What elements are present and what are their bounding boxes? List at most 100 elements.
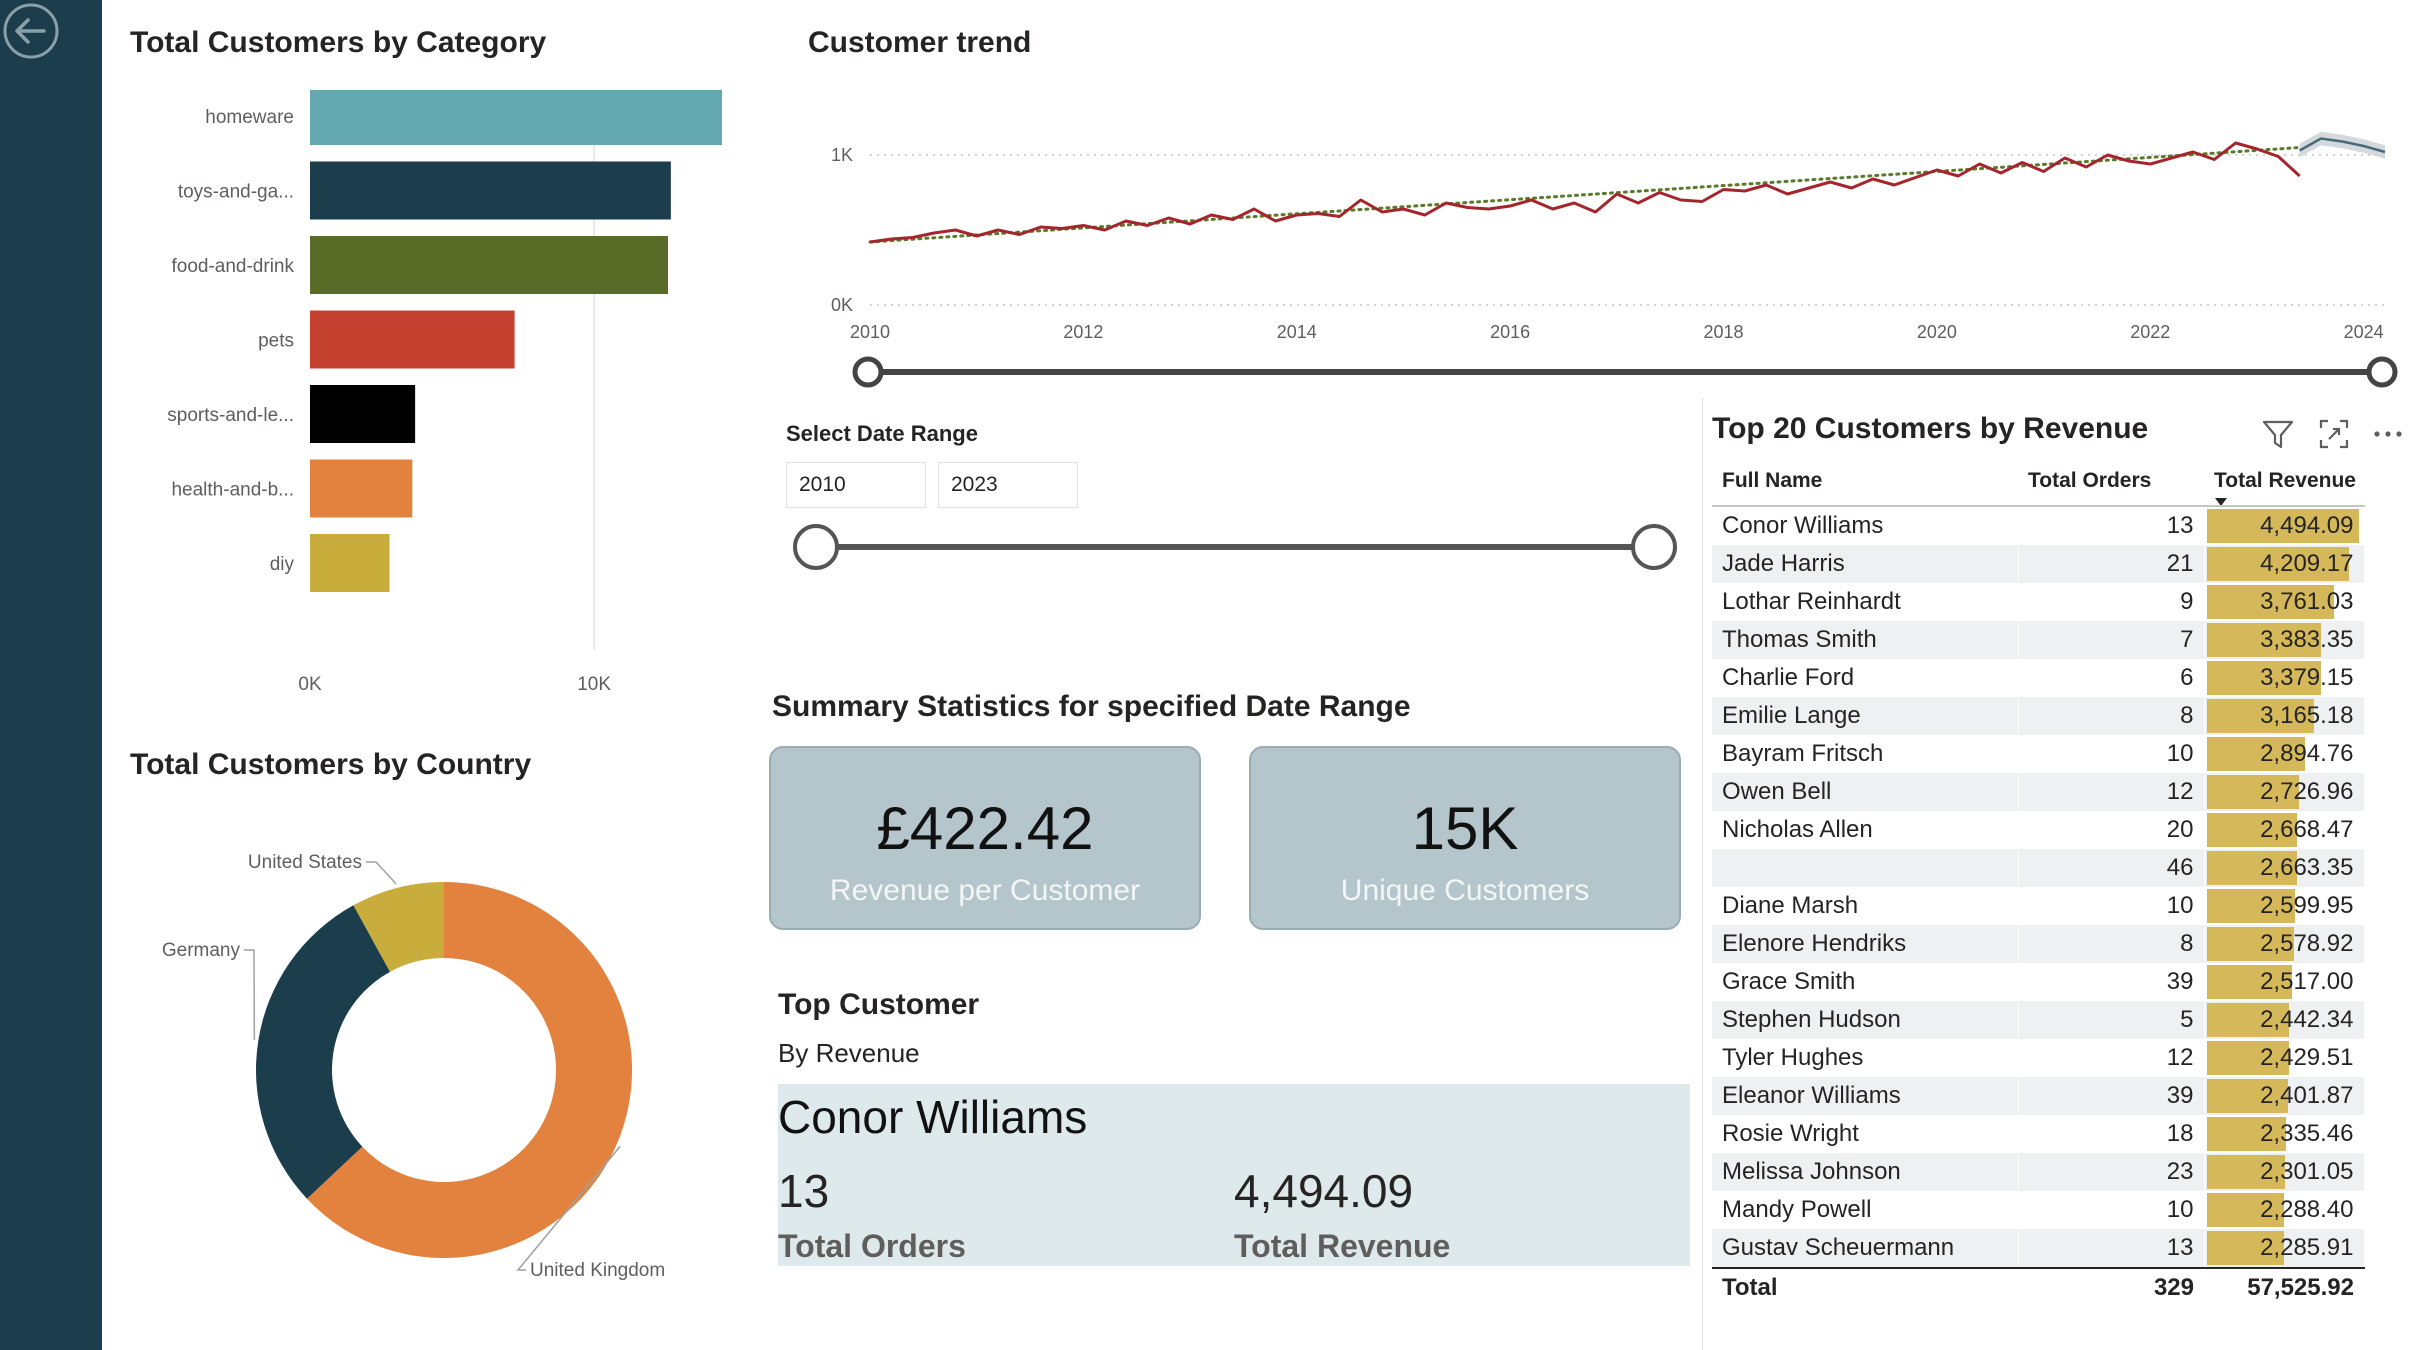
trend-x-tick: 2018: [1703, 322, 1743, 342]
cell-total-orders: 8: [2018, 697, 2205, 735]
unique-customers-card: 15K Unique Customers: [1249, 746, 1681, 930]
cell-full-name: Diane Marsh: [1712, 887, 2019, 925]
table-row[interactable]: Stephen Hudson 5 2,442.34: [1712, 1001, 2365, 1039]
top-customer-revenue-value: 4,494.09: [1234, 1165, 1414, 1217]
customer-series-line[interactable]: [869, 141, 2301, 244]
cell-total-orders: 20: [2018, 811, 2205, 849]
trend-range-slider[interactable]: [840, 352, 2400, 392]
col-header-total-orders[interactable]: Total Orders: [2018, 457, 2204, 507]
cell-total-revenue-value: 2,517.00: [2260, 968, 2354, 995]
cell-total-orders: 12: [2018, 773, 2205, 811]
category-bar[interactable]: [310, 385, 416, 443]
category-label: pets: [258, 331, 294, 352]
cell-full-name: Jade Harris: [1712, 545, 2019, 583]
table-row[interactable]: Conor Williams 13 4,494.09: [1712, 506, 2365, 545]
country-label: United States: [248, 852, 362, 873]
back-arrow-icon[interactable]: [0, 0, 62, 62]
cell-total-orders: 13: [2018, 1229, 2205, 1268]
table-row[interactable]: Diane Marsh 10 2,599.95: [1712, 887, 2365, 925]
table-body: Conor Williams 13 4,494.09 Jade Harris 21 4,2…: [1712, 506, 2365, 1268]
category-bar[interactable]: [310, 459, 413, 518]
table-row[interactable]: Tyler Hughes 12 2,429.51: [1712, 1039, 2365, 1077]
cell-total-orders: 39: [2018, 963, 2205, 1001]
category-axis-tick: 0K: [298, 674, 322, 695]
category-bar[interactable]: [310, 310, 515, 369]
date-slider-start-handle[interactable]: [793, 524, 839, 570]
cell-total-orders: 10: [2018, 887, 2205, 925]
top-customer-title: Top Customer: [778, 988, 980, 1021]
trend-x-tick: 2016: [1490, 322, 1530, 342]
date-range-slider[interactable]: [790, 522, 1680, 572]
table-row[interactable]: Gustav Scheuermann 13 2,285.91: [1712, 1229, 2365, 1268]
category-bar-chart: homeware toys-and-ga... food-and-drink pets…: [167, 90, 722, 695]
cell-total-revenue: 2,517.00: [2204, 963, 2365, 1001]
cell-full-name: Emilie Lange: [1712, 697, 2019, 735]
cell-total-orders: 8: [2018, 925, 2205, 963]
table-row[interactable]: Grace Smith 39 2,517.00: [1712, 963, 2365, 1001]
country-leader-line: [244, 949, 256, 1040]
date-start-input[interactable]: 2010: [786, 462, 926, 508]
date-end-input[interactable]: 2023: [938, 462, 1078, 508]
cell-full-name: Eleanor Williams: [1712, 1077, 2019, 1115]
trend-slider-end-handle[interactable]: [2366, 356, 2398, 388]
table-row[interactable]: Nicholas Allen 20 2,668.47: [1712, 811, 2365, 849]
cell-full-name: Charlie Ford: [1712, 659, 2019, 697]
cell-total-revenue: 3,379.15: [2204, 659, 2365, 697]
table-total-row: Total 329 57,525.92: [1712, 1267, 2364, 1307]
unique-customers-label: Unique Customers: [1340, 874, 1590, 907]
table-row[interactable]: Lothar Reinhardt 9 3,761.03: [1712, 583, 2365, 621]
col-header-total-revenue[interactable]: Total Revenue: [2204, 457, 2364, 507]
table-row[interactable]: Thomas Smith 7 3,383.35: [1712, 621, 2365, 659]
cell-total-revenue: 2,599.95: [2204, 887, 2365, 925]
category-bar[interactable]: [310, 534, 390, 592]
table-row[interactable]: Bayram Fritsch 10 2,894.76: [1712, 735, 2365, 773]
table-row[interactable]: Rosie Wright 18 2,335.46: [1712, 1115, 2365, 1153]
date-slicer-title: Select Date Range: [786, 421, 978, 446]
table-header-row: Full Name Total Orders Total Revenue: [1712, 457, 2364, 507]
table-row[interactable]: Elenore Hendriks 8 2,578.92: [1712, 925, 2365, 963]
date-slider-end-handle[interactable]: [1631, 524, 1677, 570]
focus-mode-icon[interactable]: [2316, 416, 2352, 452]
total-revenue: 57,525.92: [2204, 1267, 2364, 1307]
cell-total-orders: 18: [2018, 1115, 2205, 1153]
cell-full-name: Melissa Johnson: [1712, 1153, 2019, 1191]
cell-total-orders: 6: [2018, 659, 2205, 697]
more-options-icon[interactable]: [2370, 416, 2406, 452]
cell-total-revenue-value: 3,379.15: [2260, 664, 2354, 691]
cell-full-name: Bayram Fritsch: [1712, 735, 2019, 773]
cell-total-revenue-value: 2,894.76: [2260, 740, 2354, 767]
cell-full-name: Owen Bell: [1712, 773, 2019, 811]
table-row[interactable]: Emilie Lange 8 3,165.18: [1712, 697, 2365, 735]
table-row[interactable]: Eleanor Williams 39 2,401.87: [1712, 1077, 2365, 1115]
table-row[interactable]: Melissa Johnson 23 2,301.05: [1712, 1153, 2365, 1191]
table-row[interactable]: Jade Harris 21 4,209.17: [1712, 545, 2365, 583]
cell-total-revenue-value: 2,599.95: [2260, 892, 2354, 919]
cell-total-revenue: 2,288.40: [2204, 1191, 2365, 1229]
filter-icon[interactable]: [2260, 416, 2296, 452]
table-row[interactable]: 46 2,663.35: [1712, 849, 2365, 887]
cell-full-name: Rosie Wright: [1712, 1115, 2019, 1153]
country-leader-line: [366, 861, 397, 885]
table-row[interactable]: Mandy Powell 10 2,288.40: [1712, 1191, 2365, 1229]
cell-total-orders: 39: [2018, 1077, 2205, 1115]
category-axis-tick: 10K: [577, 674, 611, 695]
trend-x-tick: 2024: [2344, 322, 2384, 342]
category-chart-title: Total Customers by Category: [130, 26, 547, 59]
total-orders: 329: [2018, 1267, 2204, 1307]
col-header-full-name[interactable]: Full Name: [1712, 457, 2018, 507]
category-bar[interactable]: [310, 90, 722, 145]
cell-full-name: Stephen Hudson: [1712, 1001, 2019, 1039]
cell-total-orders: 23: [2018, 1153, 2205, 1191]
revenue-per-customer-value: £422.42: [876, 795, 1094, 862]
cell-total-revenue-value: 2,668.47: [2260, 816, 2354, 843]
table-row[interactable]: Charlie Ford 6 3,379.15: [1712, 659, 2365, 697]
table-row[interactable]: Owen Bell 12 2,726.96: [1712, 773, 2365, 811]
cell-total-revenue-value: 2,429.51: [2260, 1044, 2354, 1071]
cell-total-revenue-value: 2,442.34: [2260, 1006, 2354, 1033]
trend-slider-start-handle[interactable]: [852, 356, 884, 388]
cell-total-revenue-value: 2,285.91: [2260, 1234, 2354, 1261]
category-bar[interactable]: [310, 161, 671, 220]
cell-total-revenue-value: 3,165.18: [2260, 702, 2354, 729]
table-title: Top 20 Customers by Revenue: [1712, 412, 2149, 445]
category-bar[interactable]: [310, 236, 669, 294]
